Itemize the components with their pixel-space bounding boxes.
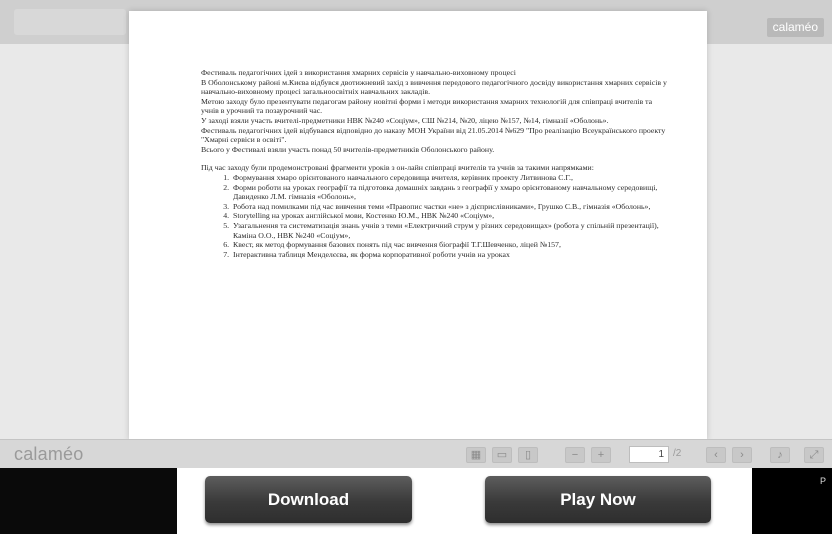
viewer-control-bar: calaméo ▦ ▭ ▯ − + 1 /2 ‹ › ♪ ⤢ [0,439,832,468]
double-page-icon[interactable]: ▯ [518,447,538,463]
list-item: Storytelling на уроках англійської мови,… [231,211,671,221]
advertisement-banner: Download Play Now P [0,468,832,534]
list-intro: Під час заходу були продемонстровані фра… [201,163,594,173]
document-text: Фестиваль педагогічних ідей з використан… [201,68,671,259]
list-item: Робота над помилками під час вивчення те… [231,202,671,212]
page-total-label: /2 [673,448,682,459]
paragraph: Фестиваль педагогічних ідей відбувався в… [201,125,666,145]
ad-corner-label: P [819,476,826,486]
paragraph: Всього у Фестивалі взяли участь понад 50… [201,144,495,154]
list-item: Узагальнення та систематизація знань учн… [231,221,671,240]
paragraph: У заході взяли участь вчителі-предметник… [201,115,609,125]
paragraph: В Оболонському районі м.Києва відбувся д… [201,77,667,97]
previous-page-icon[interactable]: ‹ [706,447,726,463]
demo-list: Формування хмаро орієнтованого навчально… [201,173,671,259]
zoom-in-icon[interactable]: + [591,447,611,463]
calameo-brand-badge[interactable]: calaméo [766,18,824,37]
sound-icon[interactable]: ♪ [770,447,790,463]
ad-center-panel: Download Play Now [177,468,752,534]
list-item: Інтерактивна таблиця Менделєєва, як форм… [231,250,671,260]
paragraph: Метою заходу було презентувати педагогам… [201,96,653,116]
calameo-logo[interactable]: calaméo [14,444,83,465]
single-page-icon[interactable]: ▭ [492,447,512,463]
list-item: Форми роботи на уроках географії та підг… [231,183,671,202]
play-now-button[interactable]: Play Now [485,476,711,523]
download-button[interactable]: Download [205,476,412,523]
thumbnails-icon[interactable]: ▦ [466,447,486,463]
page-number-input[interactable]: 1 [629,446,669,463]
fullscreen-icon[interactable]: ⤢ [804,447,824,463]
blurred-tab [14,9,126,35]
list-item: Формування хмаро орієнтованого навчально… [231,173,671,183]
list-item: Квест, як метод формування базових понят… [231,240,671,250]
paragraph-title: Фестиваль педагогічних ідей з використан… [201,68,516,77]
next-page-icon[interactable]: › [732,447,752,463]
ad-left-panel [0,468,177,534]
document-viewer: calaméo Фестиваль педагогічних ідей з ви… [0,0,832,468]
document-page: Фестиваль педагогічних ідей з використан… [129,11,707,440]
zoom-out-icon[interactable]: − [565,447,585,463]
